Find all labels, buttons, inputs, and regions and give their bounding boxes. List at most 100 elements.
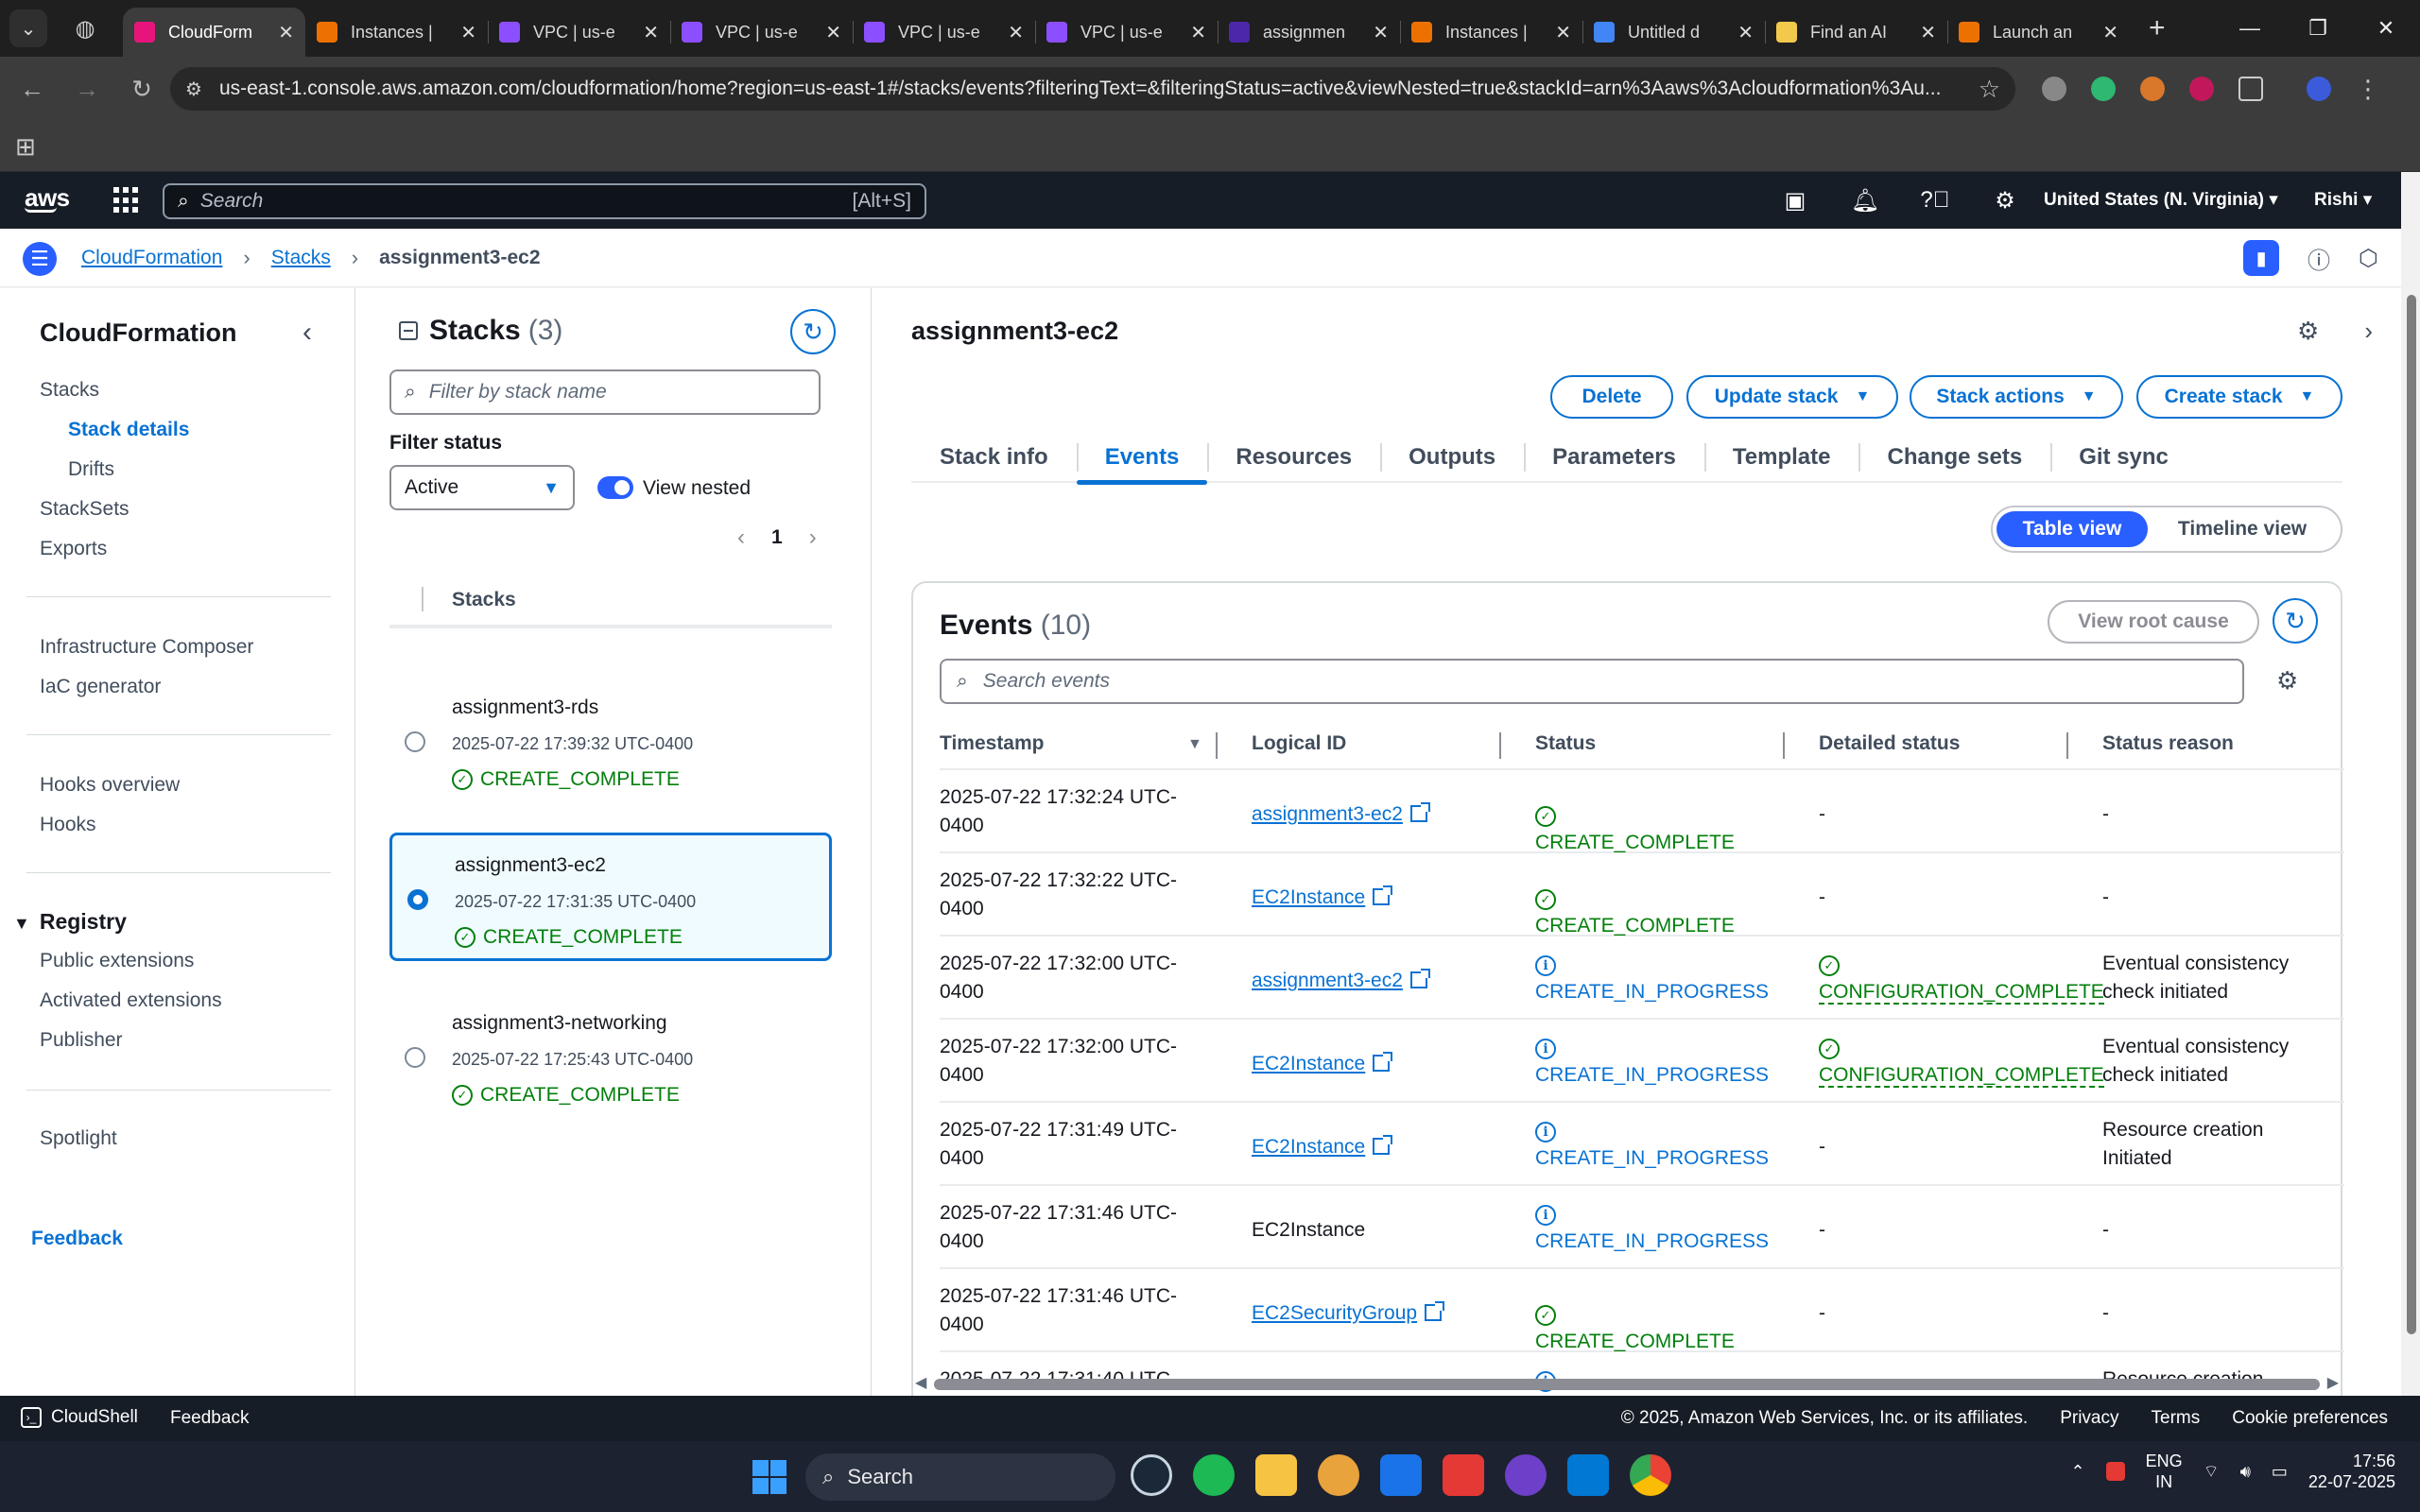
nav-drifts[interactable]: Drifts xyxy=(68,458,114,481)
breadcrumb-stacks[interactable]: Stacks xyxy=(271,247,331,269)
browser-tab[interactable]: Instances | ✕ xyxy=(1400,8,1582,57)
close-tab-icon[interactable]: ✕ xyxy=(1190,21,1206,44)
stack-radio[interactable] xyxy=(405,731,425,752)
prev-page-icon[interactable]: ‹ xyxy=(737,524,745,551)
sort-desc-icon[interactable]: ▼ xyxy=(1187,736,1202,753)
event-logical-id[interactable]: assignment3-ec2 xyxy=(1252,967,1430,995)
spotify-icon[interactable] xyxy=(1193,1454,1235,1496)
tab-search-menu-icon[interactable]: ⌄ xyxy=(9,9,47,47)
restore-icon[interactable]: ❐ xyxy=(2284,0,2352,57)
info-icon[interactable]: ⓘ xyxy=(2308,242,2330,275)
language-indicator[interactable]: ENG IN xyxy=(2146,1451,2183,1492)
col-timestamp[interactable]: Timestamp xyxy=(940,732,1045,755)
url-text[interactable]: us-east-1.console.aws.amazon.com/cloudfo… xyxy=(219,77,1979,100)
app-icon[interactable] xyxy=(1380,1454,1422,1496)
tab-parameters[interactable]: Parameters xyxy=(1524,432,1704,483)
nav-hooks[interactable]: Hooks xyxy=(40,814,96,836)
tab-events[interactable]: Events xyxy=(1076,432,1208,485)
steam-icon[interactable] xyxy=(1131,1454,1172,1496)
scroll-right-icon[interactable]: ▶ xyxy=(2327,1373,2339,1392)
nav-publisher[interactable]: Publisher xyxy=(40,1029,123,1052)
logical-id-link[interactable]: assignment3-ec2 xyxy=(1252,969,1430,991)
tools-icon[interactable]: ⬡ xyxy=(2359,245,2378,272)
next-page-icon[interactable]: › xyxy=(809,524,817,551)
nav-infrastructure-composer[interactable]: Infrastructure Composer xyxy=(40,636,253,659)
tab-group-icon[interactable]: ◍ xyxy=(66,9,104,47)
nav-iac-generator[interactable]: IaC generator xyxy=(40,676,161,698)
apps-grid-icon[interactable]: ⊞ xyxy=(15,132,36,162)
horizontal-scrollbar[interactable]: ◀ ▶ xyxy=(911,1375,2342,1394)
tab-outputs[interactable]: Outputs xyxy=(1380,432,1524,483)
aws-logo[interactable]: aws xyxy=(25,183,70,213)
browser-tab[interactable]: VPC | us-e ✕ xyxy=(488,8,670,57)
nav-hooks-overview[interactable]: Hooks overview xyxy=(40,774,180,797)
logical-id-link[interactable]: assignment3-ec2 xyxy=(1252,802,1430,825)
taskbar-search[interactable]: ⌕ Search xyxy=(805,1453,1115,1501)
cloudshell-icon[interactable]: ▣ xyxy=(1760,187,1830,215)
close-window-icon[interactable]: ✕ xyxy=(2352,0,2420,57)
close-tab-icon[interactable]: ✕ xyxy=(1008,21,1024,44)
account-menu[interactable]: Rishi ▾ xyxy=(2314,189,2372,211)
privacy-link[interactable]: Privacy xyxy=(2060,1408,2118,1429)
detailed-status-text[interactable]: CONFIGURATION_COMPLETE xyxy=(1819,1064,2104,1088)
terms-link[interactable]: Terms xyxy=(2152,1408,2201,1429)
region-selector[interactable]: United States (N. Virginia) ▾ xyxy=(2044,189,2278,211)
nav-activated-extensions[interactable]: Activated extensions xyxy=(40,989,222,1012)
back-icon[interactable]: ← xyxy=(9,75,55,104)
column-divider[interactable] xyxy=(1499,732,1501,759)
file-explorer-icon[interactable] xyxy=(1255,1454,1297,1496)
event-logical-id[interactable]: EC2SecurityGroup xyxy=(1252,1299,1445,1328)
vscode-icon[interactable] xyxy=(1567,1454,1609,1496)
logical-id-link[interactable]: EC2Instance xyxy=(1252,1135,1393,1158)
extension-icon[interactable] xyxy=(2091,77,2116,101)
browser-tab[interactable]: VPC | us-e ✕ xyxy=(670,8,853,57)
chevron-right-icon[interactable]: › xyxy=(2364,317,2373,346)
nav-section-registry[interactable]: ▼ Registry xyxy=(13,909,127,935)
event-logical-id[interactable]: EC2Instance xyxy=(1252,884,1393,912)
browser-tab[interactable]: VPC | us-e ✕ xyxy=(853,8,1035,57)
breadcrumb-cloudformation[interactable]: CloudFormation xyxy=(81,247,222,269)
close-tab-icon[interactable]: ✕ xyxy=(643,21,659,44)
column-divider[interactable] xyxy=(2066,732,2068,759)
nav-stacksets[interactable]: StackSets xyxy=(40,498,130,521)
close-tab-icon[interactable]: ✕ xyxy=(1737,21,1754,44)
nav-stacks[interactable]: Stacks xyxy=(40,379,99,402)
forward-icon[interactable]: → xyxy=(64,75,110,104)
search-events-input[interactable]: ⌕ Search events xyxy=(940,659,2244,704)
browser-tab[interactable]: Find an AI ✕ xyxy=(1765,8,1947,57)
refresh-stacks-button[interactable]: ↻ xyxy=(790,309,836,354)
extension-icon[interactable] xyxy=(2042,77,2066,101)
stack-row[interactable]: assignment3-rds 2025-07-22 17:39:32 UTC-0… xyxy=(389,678,832,806)
create-stack-button[interactable]: Create stack ▼ xyxy=(2136,375,2342,419)
split-panel-icon[interactable]: ▮ xyxy=(2243,240,2280,276)
chrome-icon[interactable] xyxy=(1630,1454,1671,1496)
scrollbar-thumb[interactable] xyxy=(934,1379,2320,1390)
collapse-nav-icon[interactable]: ‹ xyxy=(302,317,312,349)
close-tab-icon[interactable]: ✕ xyxy=(825,21,841,44)
browser-tab[interactable]: Untitled d ✕ xyxy=(1582,8,1765,57)
detailed-status-text[interactable]: CONFIGURATION_COMPLETE xyxy=(1819,981,2104,1005)
nav-public-extensions[interactable]: Public extensions xyxy=(40,950,194,972)
tab-stack-info[interactable]: Stack info xyxy=(911,432,1077,483)
side-nav-toggle-icon[interactable]: ☰ xyxy=(23,242,57,276)
timeline-view-button[interactable]: Timeline view xyxy=(2148,518,2337,541)
browser-tab[interactable]: assignmen ✕ xyxy=(1218,8,1400,57)
logical-id-link[interactable]: EC2Instance xyxy=(1252,885,1393,908)
game-controller-icon[interactable] xyxy=(1443,1454,1484,1496)
help-icon[interactable]: ?⃝ xyxy=(1900,187,1970,214)
column-divider[interactable] xyxy=(1216,732,1218,759)
cookie-preferences-link[interactable]: Cookie preferences xyxy=(2232,1408,2388,1429)
browser-tab[interactable]: CloudForm ✕ xyxy=(123,8,305,57)
footer-feedback-link[interactable]: Feedback xyxy=(170,1408,249,1429)
close-tab-icon[interactable]: ✕ xyxy=(1555,21,1571,44)
extensions-puzzle-icon[interactable] xyxy=(2238,77,2263,101)
event-logical-id[interactable]: EC2Instance xyxy=(1252,1133,1393,1161)
bookmark-star-icon[interactable]: ☆ xyxy=(1979,75,2000,104)
logical-id-link[interactable]: EC2Instance xyxy=(1252,1052,1393,1074)
stack-filter-input[interactable]: ⌕ Filter by stack name xyxy=(389,369,821,415)
battery-icon[interactable]: ▭ xyxy=(2272,1462,2288,1482)
delete-button[interactable]: Delete xyxy=(1550,375,1673,419)
url-bar[interactable]: ⚙ us-east-1.console.aws.amazon.com/cloud… xyxy=(170,67,2015,111)
table-view-button[interactable]: Table view xyxy=(1996,511,2148,547)
extension-icon[interactable] xyxy=(2189,77,2214,101)
